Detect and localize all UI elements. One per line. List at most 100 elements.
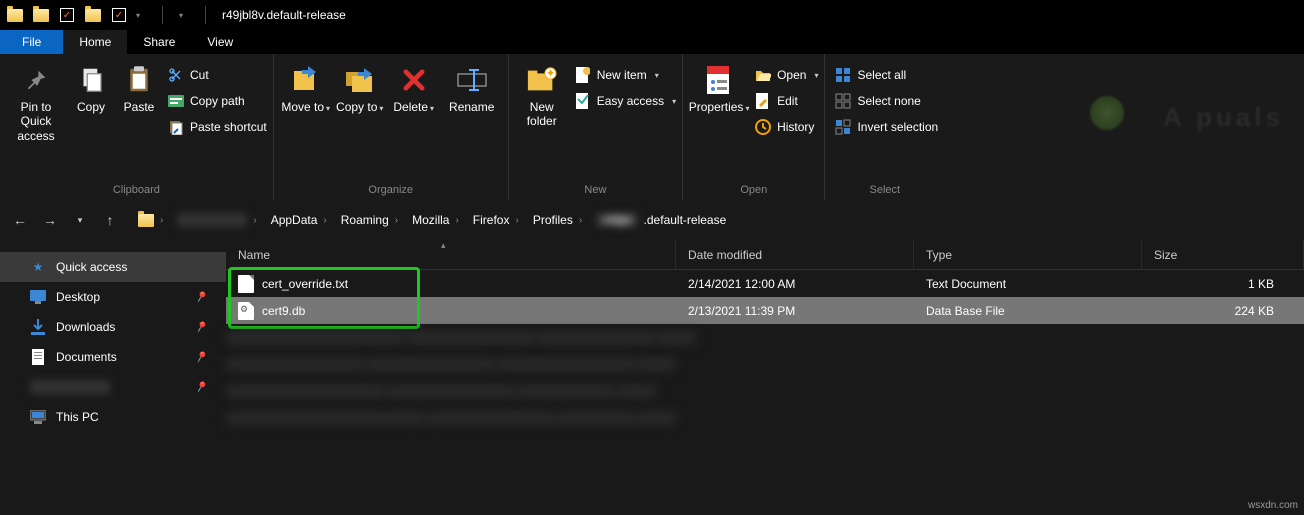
checkbox-icon[interactable]: ✓ [110,6,128,24]
easy-access-button[interactable]: Easy access▾ [575,90,676,112]
column-header-type[interactable]: Type [914,240,1142,269]
cut-label: Cut [190,68,209,82]
sidebar-item-quick-access[interactable]: ★ Quick access [0,252,226,282]
content-area: ★ Quick access Desktop 📍 Downloads 📍 Doc… [0,240,1304,515]
breadcrumb-root-icon[interactable]: › [132,206,169,234]
copy-button[interactable]: Copy [68,58,114,114]
ribbon-group-clipboard: Pin to Quick access Copy Paste Cut [0,54,274,200]
breadcrumb-item[interactable]: Firefox› [467,206,525,234]
chevron-down-icon: ▾ [655,71,659,80]
file-list-pane: ▴ Name Date modified Type Size cert_over… [226,240,1304,515]
file-size: 224 KB [1142,304,1304,318]
breadcrumb-label: Roaming [341,213,389,227]
invert-selection-label: Invert selection [857,120,938,134]
folder-icon[interactable] [32,6,50,24]
file-row-blurred [226,324,1304,351]
column-header-size[interactable]: Size [1142,240,1304,269]
separator [205,6,206,24]
new-folder-button[interactable]: ✦ New folder [515,58,569,129]
select-none-button[interactable]: Select none [835,90,938,112]
move-to-icon [290,64,322,96]
file-date: 2/13/2021 11:39 PM [676,304,914,318]
delete-button[interactable]: Delete▾ [388,58,440,114]
breadcrumb-item[interactable]: Mozilla› [406,206,465,234]
file-list: cert_override.txt 2/14/2021 12:00 AM Tex… [226,270,1304,515]
history-icon [755,119,771,135]
group-label-organize: Organize [280,180,502,200]
new-folder-label: New folder [515,100,569,129]
sort-indicator-icon: ▴ [441,240,446,251]
paste-shortcut-button[interactable]: Paste shortcut [168,116,267,138]
breadcrumb-label: .default-release [644,213,727,227]
recent-locations-button[interactable]: ▾ [68,208,92,232]
chevron-down-icon: ▾ [326,104,330,113]
invert-selection-button[interactable]: Invert selection [835,116,938,138]
move-to-button[interactable]: Move to▾ [280,58,332,114]
file-row[interactable]: cert9.db 2/13/2021 11:39 PM Data Base Fi… [226,297,1304,324]
chevron-down-icon: ▾ [430,104,434,113]
qat-dropdown-icon[interactable]: ▾ [136,11,146,20]
open-label: Open [777,68,806,82]
open-button[interactable]: Open▾ [755,64,818,86]
chevron-right-icon: › [395,215,398,226]
new-folder-icon: ✦ [526,64,558,96]
easy-access-icon [575,93,591,109]
copy-to-button[interactable]: Copy to▾ [334,58,386,114]
quick-access-toolbar: ✓ ✓ ▾ ▾ r49jbl8v.default-release [0,6,346,24]
properties-icon [703,64,735,96]
group-label-clipboard: Clipboard [6,180,267,200]
up-button[interactable]: ↑ [98,208,122,232]
paste-button[interactable]: Paste [116,58,162,114]
chevron-right-icon: › [579,215,582,226]
select-all-button[interactable]: Select all [835,64,938,86]
column-header-date[interactable]: Date modified [676,240,914,269]
edit-button[interactable]: Edit [755,90,818,112]
sidebar-item-downloads[interactable]: Downloads 📍 [0,312,226,342]
shortcut-icon [168,119,184,135]
copy-icon [75,64,107,96]
sidebar-item-this-pc[interactable]: This PC [0,402,226,432]
column-header-name[interactable]: Name [226,240,676,269]
history-button[interactable]: History [755,116,818,138]
back-button[interactable]: ← [8,208,32,232]
rename-label: Rename [449,100,494,114]
ribbon-group-new: ✦ New folder New item▾ Easy access▾ New [509,54,683,200]
copy-path-button[interactable]: Copy path [168,90,267,112]
rename-button[interactable]: Rename [442,58,502,114]
pin-to-quick-access-button[interactable]: Pin to Quick access [6,58,66,143]
open-icon [755,67,771,83]
breadcrumb-item[interactable]: › [171,206,262,234]
folder-icon[interactable] [6,6,24,24]
copy-to-icon [344,64,376,96]
column-headers: ▴ Name Date modified Type Size [226,240,1304,270]
tab-file[interactable]: File [0,30,63,54]
tab-view[interactable]: View [191,30,249,54]
breadcrumb-item[interactable]: Roaming › [335,206,404,234]
address-bar[interactable]: › › AppData› Roaming› Mozilla› Firefox› … [128,206,1296,234]
path-icon [168,93,184,109]
properties-button[interactable]: Properties▾ [689,58,749,114]
breadcrumb-item[interactable]: AppData› [265,206,333,234]
pin-icon [20,64,52,96]
ribbon-group-organize: Move to▾ Copy to▾ Delete▾ Rename Organiz… [274,54,509,200]
breadcrumb-item[interactable]: r49jbl.default-release [590,206,732,234]
sidebar-item-blurred[interactable]: 📍 [0,372,226,402]
folder-icon[interactable] [84,6,102,24]
sidebar-item-desktop[interactable]: Desktop 📍 [0,282,226,312]
forward-button[interactable]: → [38,208,62,232]
sidebar-item-label: Quick access [56,260,127,274]
move-to-label: Move to [281,100,324,114]
sidebar-item-documents[interactable]: Documents 📍 [0,342,226,372]
tab-home[interactable]: Home [63,30,127,54]
ribbon-min-icon[interactable]: ▾ [179,11,189,20]
new-item-button[interactable]: New item▾ [575,64,676,86]
properties-check-icon[interactable]: ✓ [58,6,76,24]
sidebar-item-label: Desktop [56,290,100,304]
paste-icon [123,64,155,96]
cut-button[interactable]: Cut [168,64,267,86]
tab-share[interactable]: Share [127,30,191,54]
breadcrumb-label: Profiles [533,213,573,227]
file-row[interactable]: cert_override.txt 2/14/2021 12:00 AM Tex… [226,270,1304,297]
chevron-right-icon: › [253,215,256,226]
breadcrumb-item[interactable]: Profiles › [527,206,588,234]
